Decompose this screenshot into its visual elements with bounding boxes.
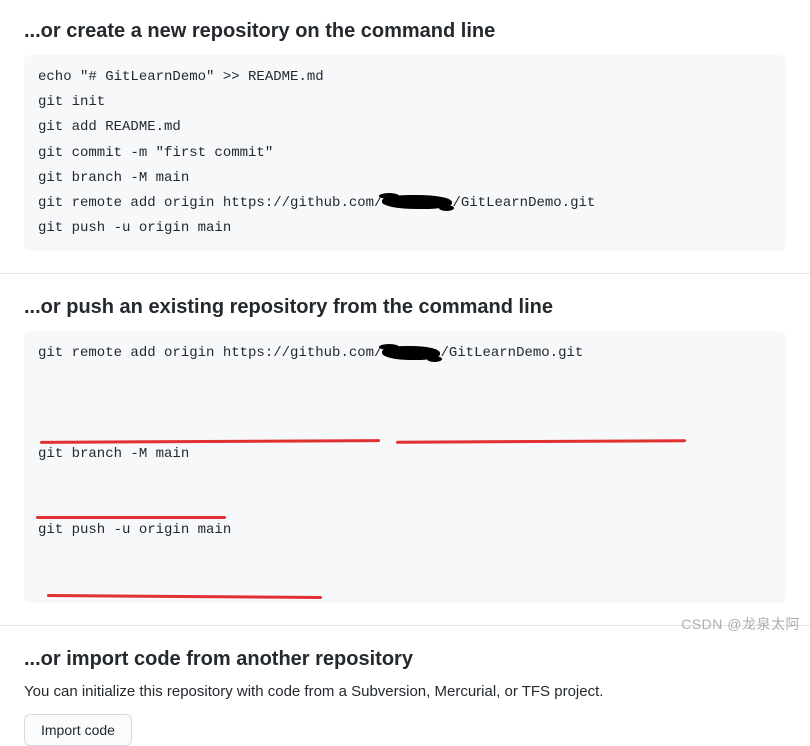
create-new-repo-section: ...or create a new repository on the com…: [0, 20, 810, 251]
code-line: git push -u origin main: [38, 518, 772, 594]
redacted-username: [382, 346, 440, 360]
import-code-button[interactable]: Import code: [24, 714, 132, 746]
section-divider: [0, 273, 810, 274]
code-line: git commit -m "first commit": [38, 141, 772, 166]
code-line: git remote add origin https://github.com…: [38, 341, 772, 442]
code-text: /GitLearnDemo.git: [452, 195, 595, 211]
import-code-section: ...or import code from another repositor…: [0, 648, 810, 746]
push-existing-repo-heading: ...or push an existing repository from t…: [24, 296, 786, 319]
code-line: git add README.md: [38, 115, 772, 140]
redacted-username: [382, 195, 452, 209]
annotation-underline: [36, 516, 226, 519]
code-text: git remote add origin https://github.com…: [38, 195, 382, 211]
import-code-description: You can initialize this repository with …: [24, 683, 786, 700]
code-text: git remote add origin https://github.com…: [38, 345, 382, 361]
code-text: git branch -M main: [38, 446, 189, 462]
code-line: echo "# GitLearnDemo" >> README.md: [38, 65, 772, 90]
code-text: /GitLearnDemo.git: [440, 345, 583, 361]
annotation-underline: [47, 594, 322, 598]
code-text: git push -u origin main: [38, 522, 231, 538]
watermark: CSDN @龙泉太阿: [681, 614, 800, 634]
code-line: git branch -M main: [38, 442, 772, 518]
code-line: git push -u origin main: [38, 216, 772, 241]
code-line: git remote add origin https://github.com…: [38, 191, 772, 216]
create-new-repo-heading: ...or create a new repository on the com…: [24, 20, 786, 43]
push-existing-repo-section: ...or push an existing repository from t…: [0, 296, 810, 603]
import-code-heading: ...or import code from another repositor…: [24, 648, 786, 671]
push-existing-repo-code[interactable]: git remote add origin https://github.com…: [24, 331, 786, 603]
create-new-repo-code[interactable]: echo "# GitLearnDemo" >> README.md git i…: [24, 55, 786, 251]
code-line: git branch -M main: [38, 166, 772, 191]
code-line: git init: [38, 90, 772, 115]
